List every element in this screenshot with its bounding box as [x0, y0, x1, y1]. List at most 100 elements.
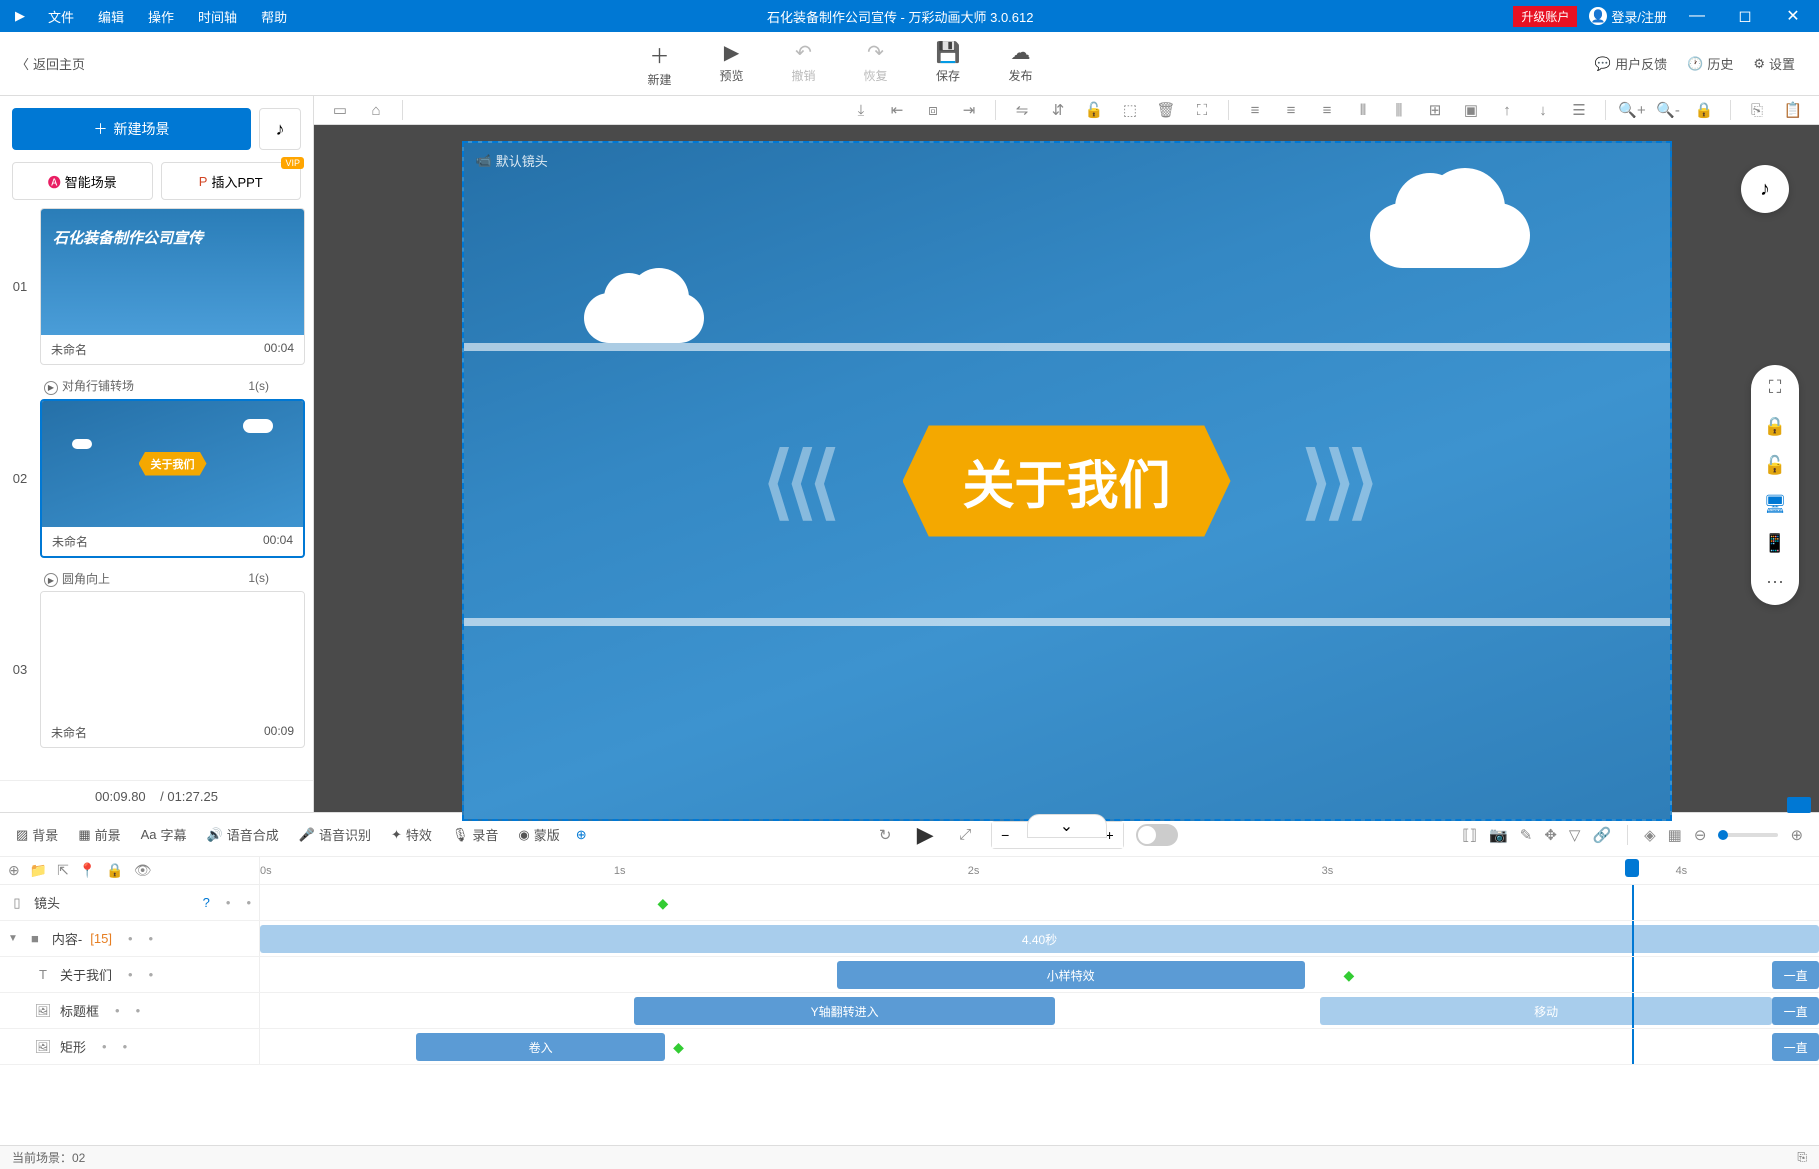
- insert-ppt-button[interactable]: P 插入PPT VIP: [161, 162, 302, 200]
- distribute-h-icon[interactable]: ⫴: [1349, 96, 1377, 124]
- playhead[interactable]: [1625, 859, 1639, 877]
- timeline-clip[interactable]: 小样特效: [837, 961, 1305, 989]
- track-dot[interactable]: •: [102, 1039, 107, 1054]
- toolbar-保存-button[interactable]: 💾保存: [936, 40, 961, 88]
- scene-transition[interactable]: ▶对角行铺转场1(s): [8, 373, 305, 399]
- track-body[interactable]: 小样特效 ◆ 一直: [260, 957, 1819, 992]
- group-icon[interactable]: ⬚: [1116, 96, 1144, 124]
- track-body[interactable]: 4.40秒: [260, 921, 1819, 956]
- menu-edit[interactable]: 编辑: [98, 7, 124, 26]
- tl-tab-前景[interactable]: ▦前景: [78, 825, 120, 844]
- maximize-button[interactable]: ◻: [1727, 6, 1763, 26]
- flip-v-icon[interactable]: ⇵: [1044, 96, 1072, 124]
- timeline-clip[interactable]: 卷入: [416, 1033, 665, 1061]
- layer-down-icon[interactable]: ↓: [1529, 96, 1557, 124]
- toolbar-历史-button[interactable]: 🕐历史: [1687, 54, 1733, 73]
- align-bottom-icon[interactable]: ⤓: [847, 96, 875, 124]
- mobile-icon[interactable]: 📱: [1764, 533, 1786, 554]
- lock-view-icon[interactable]: 🔒: [1690, 96, 1718, 124]
- timeline-clip[interactable]: 一直: [1772, 997, 1819, 1025]
- scene-card-02[interactable]: 关于我们 未命名00:04: [40, 399, 305, 558]
- track-dot[interactable]: •: [246, 895, 251, 910]
- eye-icon[interactable]: 👁: [134, 862, 152, 879]
- timeline-clip[interactable]: 移动: [1320, 997, 1772, 1025]
- menu-timeline[interactable]: 时间轴: [198, 7, 237, 26]
- expand-arrow-icon[interactable]: ▼: [8, 933, 18, 944]
- align-middle-icon[interactable]: ≡: [1277, 96, 1305, 124]
- menu-action[interactable]: 操作: [148, 7, 174, 26]
- toolbar-设置-button[interactable]: ⚙设置: [1753, 54, 1795, 73]
- align-center-h-icon[interactable]: ⧈: [919, 96, 947, 124]
- toolbar-预览-button[interactable]: ▶预览: [720, 40, 744, 88]
- track-dot[interactable]: •: [128, 967, 133, 982]
- lock-closed-icon[interactable]: 🔒: [1764, 416, 1786, 437]
- expand-handle[interactable]: ⌄: [1027, 814, 1107, 838]
- align-right-icon[interactable]: ⇥: [955, 96, 983, 124]
- timeline-clip[interactable]: Y轴翻转进入: [634, 997, 1055, 1025]
- lock-track-icon[interactable]: 🔒: [106, 862, 123, 879]
- minimize-button[interactable]: —: [1679, 7, 1715, 25]
- scene-transition[interactable]: ▶圆角向上1(s): [8, 566, 305, 592]
- pin-icon[interactable]: 📍: [79, 862, 96, 879]
- toolbar-发布-button[interactable]: ☁发布: [1008, 40, 1032, 88]
- timeline-clip[interactable]: 4.40秒: [260, 925, 1819, 953]
- select-tool-icon[interactable]: ▭: [326, 96, 354, 124]
- zoom-slider[interactable]: [1718, 833, 1778, 837]
- fit-icon[interactable]: ⛶: [1188, 96, 1216, 124]
- status-copy-icon[interactable]: ⎘: [1797, 1150, 1807, 1165]
- more-icon[interactable]: ⋯: [1766, 572, 1784, 593]
- lock-icon[interactable]: 🔓: [1080, 96, 1108, 124]
- keyframe-diamond-icon[interactable]: ◆: [1344, 967, 1355, 984]
- back-home-button[interactable]: 〈 返回主页: [16, 54, 85, 73]
- timeline-clip[interactable]: 一直: [1772, 1033, 1819, 1061]
- lock-open-icon[interactable]: 🔓: [1764, 455, 1786, 476]
- help-icon[interactable]: ?: [203, 895, 210, 910]
- keyframe-diamond-icon[interactable]: ◆: [673, 1039, 684, 1056]
- layer-menu-icon[interactable]: ☰: [1565, 96, 1593, 124]
- track-head-矩形[interactable]: 🖼矩形••: [0, 1029, 260, 1064]
- track-dot[interactable]: •: [226, 895, 231, 910]
- flip-h-icon[interactable]: ⇋: [1008, 96, 1036, 124]
- smart-scene-button[interactable]: 🅐 智能场景: [12, 162, 153, 200]
- scene-card-03[interactable]: 未命名00:09: [40, 591, 305, 748]
- tl-tab-语音合成[interactable]: 🔊语音合成: [207, 825, 279, 844]
- track-dot[interactable]: •: [123, 1039, 128, 1054]
- close-button[interactable]: ✕: [1775, 6, 1811, 26]
- display-icon[interactable]: 🖥: [1764, 494, 1787, 515]
- track-head-内容-[interactable]: ▼■内容-[15]••: [0, 921, 260, 956]
- track-head-关于我们[interactable]: T关于我们••: [0, 957, 260, 992]
- align-left-icon[interactable]: ⇤: [883, 96, 911, 124]
- track-head-标题框[interactable]: 🖼标题框••: [0, 993, 260, 1028]
- track-dot[interactable]: •: [136, 1003, 141, 1018]
- track-body[interactable]: Y轴翻转进入 移动一直: [260, 993, 1819, 1028]
- copy-icon[interactable]: ⎘: [1743, 96, 1771, 124]
- float-music-button[interactable]: ♪: [1741, 165, 1789, 213]
- menu-file[interactable]: 文件: [48, 7, 74, 26]
- timeline-ruler[interactable]: 0s1s2s3s4s: [260, 857, 1819, 884]
- layer-up-icon[interactable]: ↑: [1493, 96, 1521, 124]
- canvas[interactable]: 📹 默认镜头 ⟨⟨⟨ 关于我们 ⟩⟩⟩: [462, 141, 1672, 821]
- home-icon[interactable]: ⌂: [362, 96, 390, 124]
- distribute-v-icon[interactable]: ⫼: [1385, 96, 1413, 124]
- toggle-switch[interactable]: [1136, 824, 1178, 846]
- toolbar-用户反馈-button[interactable]: 💬用户反馈: [1595, 54, 1667, 73]
- menu-help[interactable]: 帮助: [261, 7, 287, 26]
- guide-icon[interactable]: ⊞: [1421, 96, 1449, 124]
- tl-tab-字幕[interactable]: Aa字幕: [141, 825, 187, 844]
- new-scene-button[interactable]: ＋ 新建场景: [12, 108, 251, 150]
- fullscreen-icon[interactable]: ⛶: [1769, 377, 1782, 398]
- align-top-icon[interactable]: ≡: [1241, 96, 1269, 124]
- zoom-out-icon[interactable]: 🔍-: [1654, 96, 1682, 124]
- track-body[interactable]: 卷入 ◆ 一直: [260, 1029, 1819, 1064]
- safe-area-icon[interactable]: ▣: [1457, 96, 1485, 124]
- track-dot[interactable]: •: [149, 931, 154, 946]
- paste-icon[interactable]: 📋: [1779, 96, 1807, 124]
- login-button[interactable]: 👤 登录/注册: [1589, 7, 1667, 26]
- delete-icon[interactable]: 🗑: [1152, 96, 1180, 124]
- add-track-icon[interactable]: ⊕: [8, 862, 20, 879]
- folder-icon[interactable]: 📁: [30, 862, 47, 879]
- keyframe-diamond-icon[interactable]: ◆: [658, 895, 669, 912]
- upgrade-button[interactable]: 升级账户: [1513, 6, 1577, 27]
- music-button[interactable]: ♪: [259, 108, 301, 150]
- timeline-clip[interactable]: 一直: [1772, 961, 1819, 989]
